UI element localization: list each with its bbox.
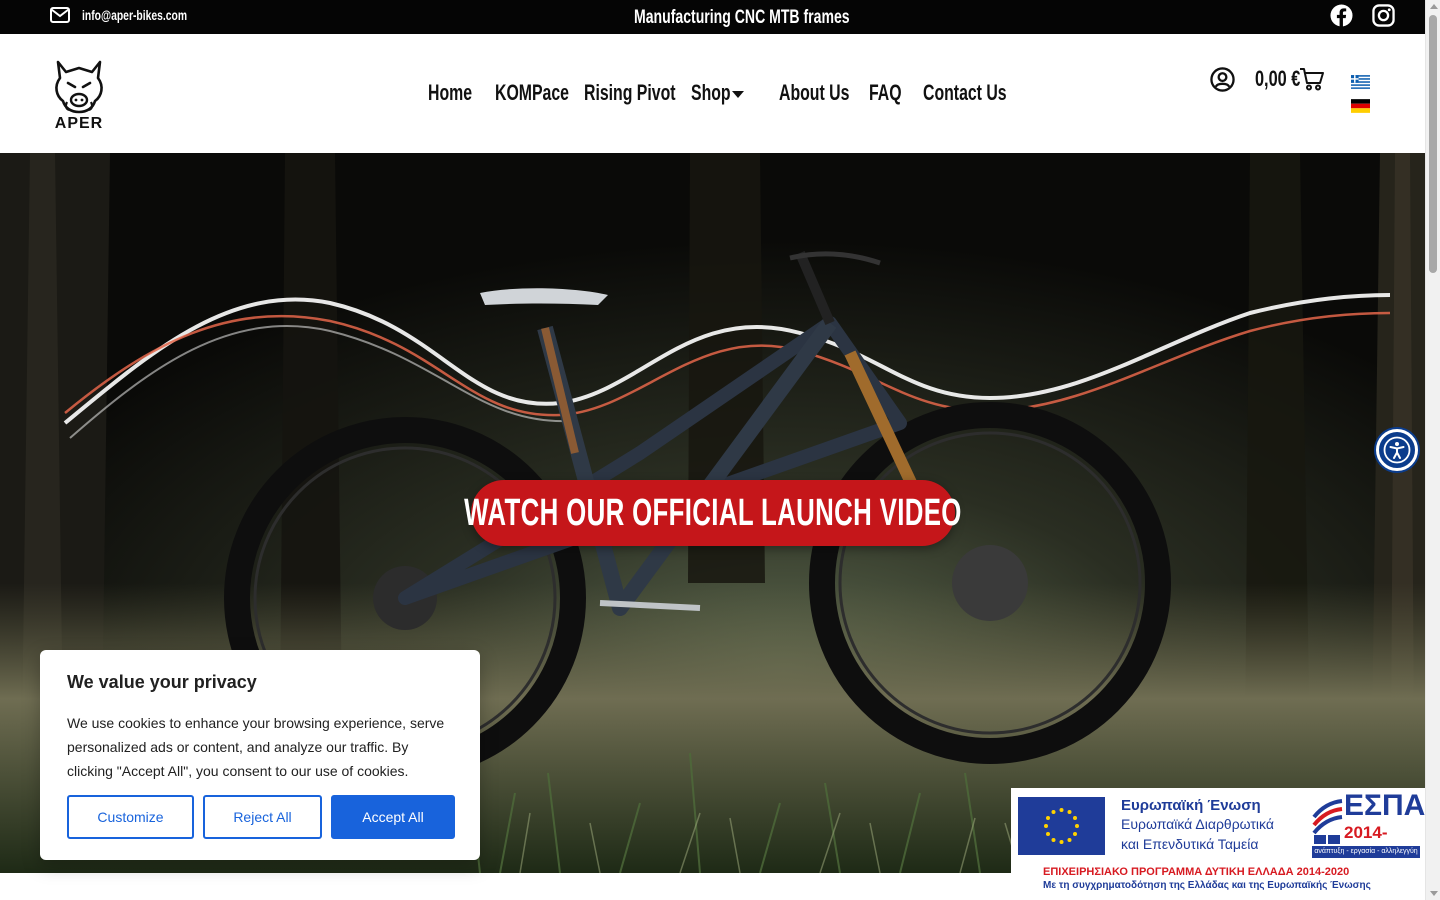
greek-flag-icon[interactable] xyxy=(1351,75,1370,89)
nav-shop[interactable]: Shop xyxy=(691,80,779,108)
cookie-title: We value your privacy xyxy=(67,672,257,692)
nav-faq-label: FAQ xyxy=(869,80,902,105)
nav-shop-label: Shop xyxy=(691,80,731,105)
user-account-icon[interactable] xyxy=(1210,66,1235,92)
scroll-down-arrow-icon[interactable] xyxy=(1430,891,1438,896)
social-links xyxy=(1330,4,1395,27)
caret-down-icon xyxy=(732,91,744,98)
eu-funds-text: Ευρωπαϊκή Ένωση Ευρωπαϊκά Διαρθρωτικά κα… xyxy=(1121,797,1274,854)
cookie-buttons: Customize Reject All Accept All xyxy=(67,795,455,839)
nav-kompace-label: KOMPace xyxy=(495,80,569,105)
nav-about-us[interactable]: About Us xyxy=(779,80,869,108)
top-bar: info@aper-bikes.com Manufacturing CNC MT… xyxy=(0,0,1425,34)
cookie-text: We use cookies to enhance your browsing … xyxy=(67,715,445,779)
eu-flag-icon xyxy=(1018,797,1105,855)
tagline: Manufacturing CNC MTB frames xyxy=(634,7,850,28)
facebook-icon[interactable] xyxy=(1330,4,1353,27)
aper-logo[interactable]: APER xyxy=(48,56,110,130)
scroll-thumb[interactable] xyxy=(1429,15,1437,273)
nav-kompace[interactable]: KOMPace xyxy=(495,80,584,108)
nav-contact-us-label: Contact Us xyxy=(923,80,1007,105)
instagram-icon[interactable] xyxy=(1372,4,1395,27)
email-text: info@aper-bikes.com xyxy=(82,7,188,23)
shopping-cart-icon[interactable] xyxy=(1299,67,1325,91)
espa-slogan: ανάπτυξη - εργασία - αλληλεγγύη xyxy=(1312,846,1420,858)
eu-line-1: Ευρωπαϊκά Διαρθρωτικά xyxy=(1121,816,1274,832)
email-link[interactable]: info@aper-bikes.com xyxy=(50,6,224,23)
language-switcher xyxy=(1351,75,1370,113)
envelope-icon xyxy=(50,6,70,23)
nav-faq[interactable]: FAQ xyxy=(869,80,923,108)
nav-contact-us[interactable]: Contact Us xyxy=(923,80,1007,108)
accept-all-button[interactable]: Accept All xyxy=(331,795,455,839)
reject-all-button[interactable]: Reject All xyxy=(203,795,322,839)
nav-home[interactable]: Home xyxy=(428,80,495,108)
espa-cofunding: Με τη συγχρηματοδότηση της Ελλάδας και τ… xyxy=(1043,880,1371,891)
german-flag-icon[interactable] xyxy=(1351,99,1370,113)
nav-rising-pivot[interactable]: Rising Pivot xyxy=(584,80,691,108)
logo-text: APER xyxy=(55,115,103,130)
cart-total[interactable]: 0,00 € xyxy=(1255,66,1300,92)
watch-launch-video-label: WATCH OUR OFFICIAL LAUNCH VIDEO xyxy=(464,491,962,534)
account-cart-area: 0,00 € xyxy=(1210,66,1325,92)
page-scrollbar[interactable] xyxy=(1425,0,1440,900)
scroll-up-arrow-icon[interactable] xyxy=(1430,4,1438,9)
espa-funding-banner[interactable]: Ευρωπαϊκή Ένωση Ευρωπαϊκά Διαρθρωτικά κα… xyxy=(1011,788,1425,900)
nav-home-label: Home xyxy=(428,80,473,105)
nav-rising-pivot-label: Rising Pivot xyxy=(584,80,676,105)
eu-line-2: και Επενδυτικά Ταμεία xyxy=(1121,836,1259,852)
customize-button[interactable]: Customize xyxy=(67,795,194,839)
espa-word: ΕΣΠΑ xyxy=(1344,789,1426,822)
accessibility-icon xyxy=(1383,436,1411,464)
watch-launch-video-button[interactable]: WATCH OUR OFFICIAL LAUNCH VIDEO xyxy=(464,480,961,546)
nav-about-us-label: About Us xyxy=(779,80,850,105)
eu-title: Ευρωπαϊκή Ένωση xyxy=(1121,797,1261,814)
site-header: APER Home KOMPace Rising Pivot Shop Abou… xyxy=(0,34,1425,153)
main-nav: Home KOMPace Rising Pivot Shop About Us … xyxy=(428,80,1007,108)
cookie-consent-banner: We value your privacy We use cookies to … xyxy=(40,650,480,860)
accessibility-button[interactable] xyxy=(1376,429,1418,471)
espa-program: ΕΠΙΧΕΙΡΗΣΙΑΚΟ ΠΡΟΓΡΑΜΜΑ ΔΥΤΙΚΗ ΕΛΛΑΔΑ 20… xyxy=(1043,866,1350,878)
